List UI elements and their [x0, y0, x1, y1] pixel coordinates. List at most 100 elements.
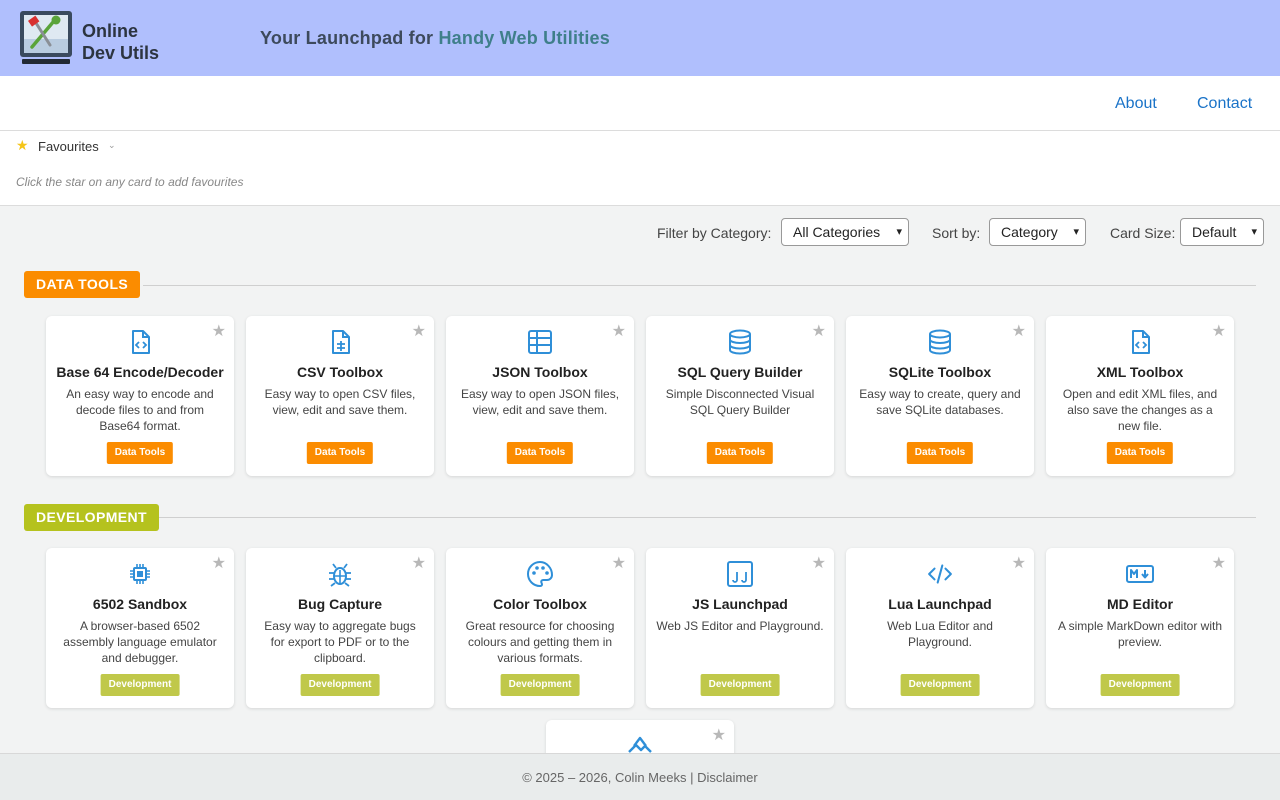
category-badge[interactable]: Development	[700, 674, 780, 696]
tool-card[interactable]: ★ Base 64 Encode/Decoder An easy way to …	[46, 316, 234, 476]
category-header-data-tools[interactable]: DATA TOOLS	[24, 271, 141, 298]
sort-label: Sort by:	[932, 225, 981, 241]
chevron-down-icon[interactable]: ⌄	[108, 140, 116, 151]
category-badge[interactable]: Data Tools	[1106, 442, 1174, 464]
nav-link-contact[interactable]: Contact	[1197, 95, 1252, 113]
footer-copyright[interactable]: © 2025 – 2026, Colin Meeks | Disclaimer	[0, 770, 1280, 785]
card-title: MD Editor	[1106, 596, 1174, 612]
category-filter-select[interactable]: All Categories ▾	[781, 218, 909, 246]
favourite-star-icon[interactable]: ★	[412, 321, 426, 341]
file-code-icon	[132, 330, 150, 354]
category-filter-value: All Categories	[793, 224, 881, 240]
chevron-down-icon: ▾	[1251, 226, 1257, 238]
category-badge[interactable]: Development	[300, 674, 380, 696]
tool-card[interactable]: ★ XML Toolbox Open and edit XML files, a…	[1046, 316, 1234, 476]
js-icon	[727, 561, 753, 587]
markdown-icon	[1126, 565, 1154, 583]
bug-icon	[329, 563, 351, 587]
card-title: SQLite Toolbox	[888, 364, 992, 380]
category-badge[interactable]: Data Tools	[506, 442, 574, 464]
category-badge[interactable]: Data Tools	[906, 442, 974, 464]
category-badge[interactable]: Development	[100, 674, 180, 696]
favourite-star-icon[interactable]: ★	[712, 725, 726, 745]
favourite-star-icon[interactable]: ★	[612, 321, 626, 341]
card-title: Bug Capture	[298, 596, 382, 612]
sort-select[interactable]: Category ▾	[989, 218, 1086, 246]
favourite-star-icon[interactable]: ★	[212, 553, 226, 573]
file-code-icon	[1132, 330, 1150, 354]
database-icon	[729, 329, 751, 355]
card-description: Easy way to aggregate bugs for export to…	[264, 619, 416, 665]
category-badge[interactable]: Development	[500, 674, 580, 696]
card-size-select[interactable]: Default ▾	[1180, 218, 1264, 246]
favourite-star-icon[interactable]: ★	[812, 553, 826, 573]
card-title: XML Toolbox	[1096, 364, 1184, 380]
tool-card[interactable]: ★ JSON Toolbox Easy way to open JSON fil…	[446, 316, 634, 476]
favourite-star-icon[interactable]: ★	[412, 553, 426, 573]
tool-card[interactable]: ★ CSV Toolbox Easy way to open CSV files…	[246, 316, 434, 476]
card-description: Easy way to open CSV files, view, edit a…	[264, 387, 416, 417]
card-description: A simple MarkDown editor with preview.	[1057, 619, 1223, 649]
card-title: Base 64 Encode/Decoder	[56, 364, 224, 380]
file-csv-icon	[332, 330, 350, 354]
tool-card[interactable]: ★ MD Editor A simple MarkDown editor wit…	[1046, 548, 1234, 708]
card-description: A browser-based 6502 assembly language e…	[63, 619, 217, 665]
logo-text[interactable]: Online Dev Utils	[82, 20, 159, 64]
logo-line-1: Online	[82, 21, 139, 41]
category-badge[interactable]: Data Tools	[306, 442, 374, 464]
card-title: JS Launchpad	[692, 596, 788, 612]
favourites-hint: Click the star on any card to add favour…	[16, 175, 244, 189]
site-header: Online Dev Utils Your Launchpad for Hand…	[0, 0, 1280, 76]
tool-card[interactable]: ★ SQLite Toolbox Easy way to create, que…	[846, 316, 1034, 476]
tool-card[interactable]: ★ Bug Capture Easy way to aggregate bugs…	[246, 548, 434, 708]
tool-card[interactable]: ★ SQL Query Builder Simple Disconnected …	[646, 316, 834, 476]
logo-monitor-icon[interactable]	[18, 9, 74, 67]
favourite-star-icon[interactable]: ★	[212, 321, 226, 341]
code-icon	[928, 564, 952, 584]
logo-line-2: Dev Utils	[82, 43, 160, 63]
category-badge[interactable]: Data Tools	[106, 442, 174, 464]
table-icon	[528, 330, 552, 354]
card-title: CSV Toolbox	[296, 364, 384, 380]
tagline-part-1: Your Launchpad for	[260, 28, 439, 48]
favourite-star-icon[interactable]: ★	[1212, 553, 1226, 573]
category-badge[interactable]: Data Tools	[706, 442, 774, 464]
chevron-down-icon: ▾	[1073, 226, 1079, 238]
tool-card[interactable]: ★ JS Launchpad Web JS Editor and Playgro…	[646, 548, 834, 708]
palette-icon	[527, 560, 554, 588]
chevron-down-icon: ▾	[896, 226, 902, 238]
card-description: Easy way to open JSON files, view, edit …	[460, 387, 620, 417]
category-badge[interactable]: Development	[1100, 674, 1180, 696]
favourite-star-icon[interactable]: ★	[1012, 321, 1026, 341]
favourite-star-icon[interactable]: ★	[1012, 553, 1026, 573]
favourites-toggle[interactable]: Favourites	[38, 139, 99, 154]
card-description: Open and edit XML files, and also save t…	[1062, 387, 1218, 433]
card-title: Color Toolbox	[493, 596, 587, 612]
tool-card[interactable]: ★ 6502 Sandbox A browser-based 6502 asse…	[46, 548, 234, 708]
tagline-part-2: Handy Web Utilities	[438, 28, 610, 48]
site-footer: © 2025 – 2026, Colin Meeks | Disclaimer	[0, 753, 1280, 800]
tool-card[interactable]: ★ Color Toolbox Great resource for choos…	[446, 548, 634, 708]
card-title: Lua Launchpad	[888, 596, 992, 612]
card-title: JSON Toolbox	[492, 364, 588, 380]
category-divider	[143, 285, 1256, 286]
category-header-development[interactable]: DEVELOPMENT	[24, 504, 159, 531]
favourites-star-icon[interactable]: ★	[16, 137, 29, 154]
card-description: An easy way to encode and decode files t…	[66, 387, 214, 433]
top-nav: About Contact	[0, 76, 1280, 131]
favourite-star-icon[interactable]: ★	[812, 321, 826, 341]
card-description: Web JS Editor and Playground.	[656, 619, 824, 633]
category-divider	[159, 517, 1256, 518]
tool-card[interactable]: ★ Lua Launchpad Web Lua Editor and Playg…	[846, 548, 1034, 708]
card-size-label: Card Size:	[1110, 225, 1176, 241]
favourite-star-icon[interactable]: ★	[612, 553, 626, 573]
favourite-star-icon[interactable]: ★	[1212, 321, 1226, 341]
tagline: Your Launchpad for Handy Web Utilities	[260, 28, 610, 49]
cpu-icon	[130, 564, 150, 584]
category-badge[interactable]: Development	[900, 674, 980, 696]
filter-controls: Filter by Category: All Categories ▾ Sor…	[0, 218, 1280, 248]
database-icon	[929, 329, 951, 355]
favourites-panel: ★ Favourites ⌄ Click the star on any car…	[0, 131, 1280, 206]
filter-label: Filter by Category:	[657, 225, 772, 241]
nav-link-about[interactable]: About	[1115, 95, 1157, 113]
